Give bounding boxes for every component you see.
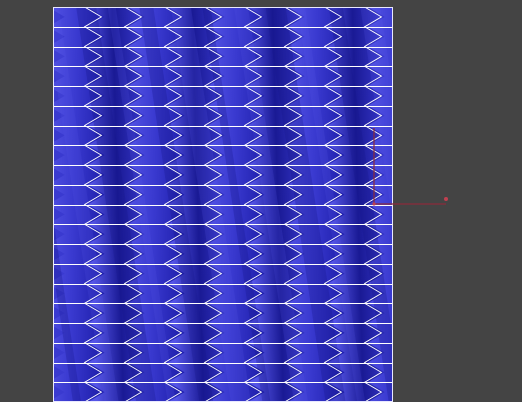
gizmo-x-handle — [444, 197, 448, 201]
folded-mesh-surface[interactable] — [53, 7, 393, 402]
3d-viewport[interactable] — [0, 0, 522, 402]
mesh-canvas[interactable] — [53, 7, 393, 402]
